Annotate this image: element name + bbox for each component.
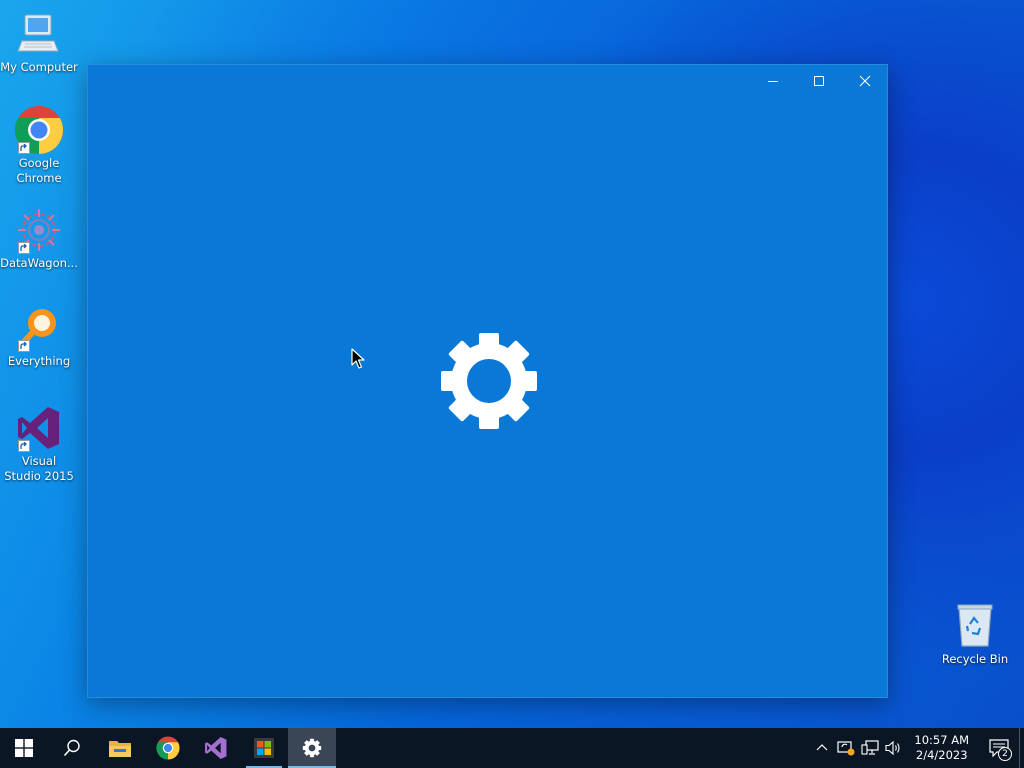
show-desktop-button[interactable] (1019, 728, 1024, 768)
visual-studio-icon (13, 402, 65, 454)
clock-time: 10:57 AM (914, 733, 969, 747)
shortcut-arrow-icon (18, 340, 30, 352)
shortcut-arrow-icon (18, 440, 30, 452)
desktop-icon-label: Visual Studio 2015 (4, 454, 74, 483)
taskbar-settings[interactable] (288, 728, 336, 768)
desktop-icon-label: My Computer (0, 60, 78, 74)
search-icon (63, 739, 80, 757)
desktop-icon-label: Recycle Bin (941, 652, 1009, 666)
desktop-icon-my-computer[interactable]: My Computer (0, 8, 78, 75)
everything-search-icon (13, 302, 65, 354)
shortcut-arrow-icon (18, 142, 30, 154)
taskbar-visual-studio[interactable] (192, 728, 240, 768)
tray-network[interactable] (858, 728, 882, 768)
visual-studio-icon (205, 737, 227, 759)
system-tray: 10:57 AM 2/4/2023 2 (810, 728, 1024, 768)
gear-icon (441, 333, 537, 429)
action-center-button[interactable]: 2 (979, 728, 1019, 768)
taskbar-clock[interactable]: 10:57 AM 2/4/2023 (906, 733, 979, 763)
close-button[interactable] (842, 65, 888, 97)
tray-update-status[interactable] (834, 728, 858, 768)
settings-window[interactable] (87, 64, 888, 698)
shortcut-arrow-icon (18, 242, 30, 254)
desktop-icon-datawagon[interactable]: DataWagon... (0, 204, 78, 271)
folder-icon (109, 741, 131, 757)
gear-icon (302, 738, 322, 758)
taskbar-microsoft-store[interactable] (240, 728, 288, 768)
tray-volume[interactable] (882, 728, 906, 768)
chrome-icon (156, 736, 180, 760)
search-button[interactable] (48, 728, 96, 768)
desktop-icon-label: DataWagon... (0, 256, 78, 270)
desktop-icon-recycle-bin[interactable]: Recycle Bin (936, 600, 1014, 667)
start-button[interactable] (0, 728, 48, 768)
update-icon (837, 741, 855, 756)
notification-count-badge: 2 (998, 747, 1012, 761)
datawagon-icon (13, 204, 65, 256)
chrome-icon (13, 104, 65, 156)
maximize-icon (814, 76, 824, 86)
minimize-button[interactable] (750, 65, 796, 97)
desktop-icon-label: Everything (7, 354, 71, 368)
speaker-icon (885, 740, 900, 756)
desktop-icon-visual-studio[interactable]: Visual Studio 2015 (0, 402, 78, 484)
desktop-icon-label: Google Chrome (16, 156, 62, 185)
taskbar: 10:57 AM 2/4/2023 2 (0, 728, 1024, 768)
recycle-bin-icon (949, 600, 1001, 652)
maximize-button[interactable] (796, 65, 842, 97)
store-icon (254, 738, 274, 758)
clock-date: 2/4/2023 (915, 748, 968, 762)
network-icon (861, 740, 880, 755)
windows-logo-icon (15, 739, 33, 757)
taskbar-file-explorer[interactable] (96, 728, 144, 768)
show-hidden-icons-button[interactable] (810, 728, 834, 768)
close-icon (859, 75, 871, 87)
minimize-icon (768, 81, 778, 82)
desktop-icon-everything[interactable]: Everything (0, 302, 78, 369)
taskbar-chrome[interactable] (144, 728, 192, 768)
mouse-cursor-icon (351, 348, 365, 369)
chevron-up-icon (816, 744, 828, 751)
desktop-icon-google-chrome[interactable]: Google Chrome (0, 104, 78, 186)
computer-icon (13, 8, 65, 60)
